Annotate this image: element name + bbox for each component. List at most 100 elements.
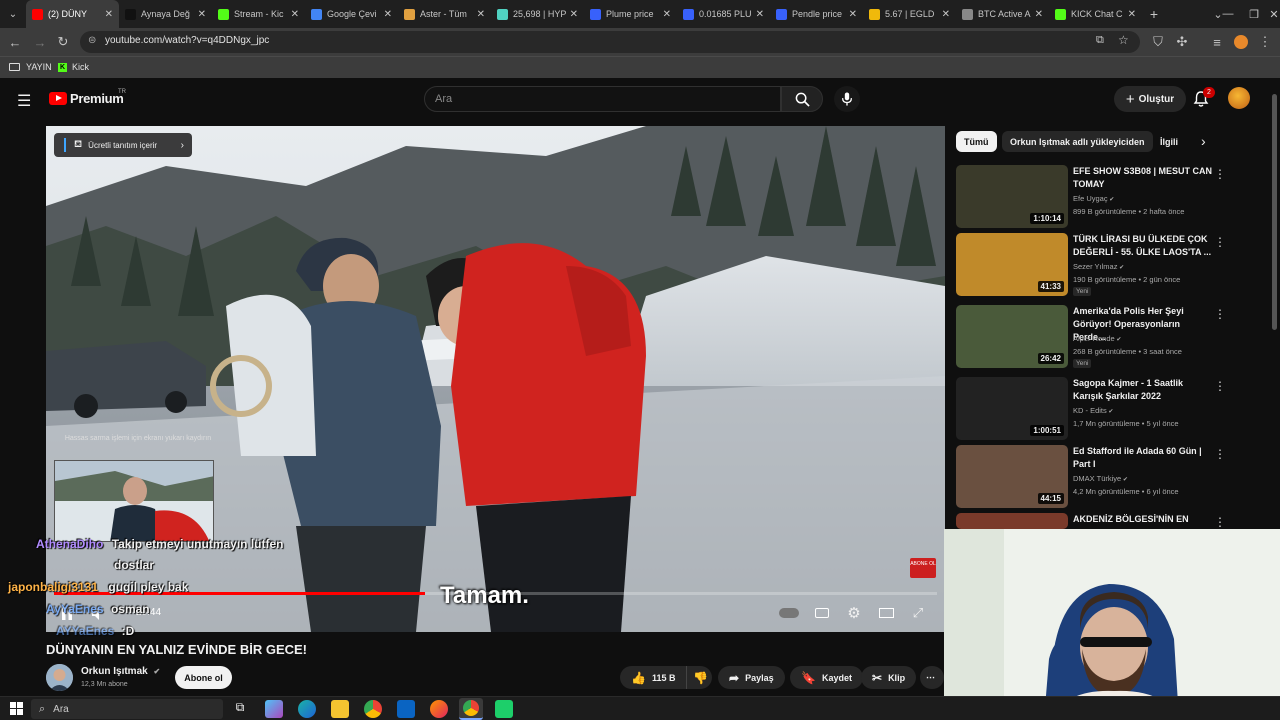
recommended-title[interactable]: TÜRK LİRASI BU ÜLKEDE ÇOK DEĞERLİ - 55. …: [1073, 233, 1213, 259]
task-view-icon[interactable]: ⧉: [231, 700, 249, 718]
tab-close-icon[interactable]: ✕: [1035, 9, 1043, 20]
hamburger-menu-icon[interactable]: ☰: [17, 91, 31, 111]
fullscreen-icon[interactable]: ⤢: [907, 603, 929, 623]
extensions-icon[interactable]: ✣: [1172, 32, 1192, 52]
channel-name[interactable]: Orkun Işıtmak ✔: [81, 666, 160, 677]
media-control-icon[interactable]: ≡: [1207, 32, 1227, 52]
chip-all[interactable]: Tümü: [956, 131, 997, 152]
recommended-channel[interactable]: KD - Edits ✔: [1073, 406, 1113, 415]
browser-tab[interactable]: Stream - Kic ✕: [212, 0, 305, 28]
recommended-title[interactable]: Sagopa Kajmer - 1 Saatlik Karışık Şarkıl…: [1073, 377, 1213, 403]
video-thumbnail[interactable]: [956, 513, 1068, 529]
chips-next-chevron-icon[interactable]: ›: [1201, 133, 1206, 149]
tab-close-icon[interactable]: ✕: [849, 9, 857, 20]
video-player[interactable]: ⛾ Ücretli tanıtım içerir › ABONE OL Tama…: [46, 126, 945, 632]
video-thumbnail[interactable]: 1:10:14: [956, 165, 1068, 228]
profile-avatar[interactable]: [1234, 35, 1248, 49]
browser-tab[interactable]: Aster - Tüm ✕: [398, 0, 491, 28]
tab-close-icon[interactable]: ✕: [291, 9, 299, 20]
recommended-video[interactable]: 26:42 Amerika'da Polis Her Şeyi Görüyor! …: [956, 305, 1268, 369]
shield-extension-icon[interactable]: ⛉: [1148, 32, 1168, 52]
recommended-video[interactable]: 41:33 TÜRK LİRASI BU ÜLKEDE ÇOK DEĞERLİ -…: [956, 233, 1268, 297]
browser-tab[interactable]: KICK Chat C ✕: [1049, 0, 1142, 28]
tab-close-icon[interactable]: ✕: [477, 9, 485, 20]
tab-close-icon[interactable]: ✕: [756, 9, 764, 20]
recommended-channel[interactable]: Alper Rende ✔: [1073, 334, 1121, 343]
back-arrow-icon[interactable]: ←: [5, 32, 25, 52]
browser-tab[interactable]: Pendle price ✕: [770, 0, 863, 28]
chrome-active-icon[interactable]: [459, 698, 483, 720]
reload-icon[interactable]: ↻: [53, 32, 73, 52]
bookmark-yayin[interactable]: YAYIN: [9, 62, 52, 72]
tab-close-icon[interactable]: ✕: [384, 9, 392, 20]
address-bar[interactable]: ⊜ youtube.com/watch?v=q4DDNgx_jpc ⧉ ☆: [80, 31, 1140, 53]
more-actions-button[interactable]: ⋯: [920, 666, 944, 689]
tab-close-icon[interactable]: ✕: [198, 9, 206, 20]
account-avatar[interactable]: [1228, 87, 1250, 109]
recommended-channel[interactable]: Efe Uygaç ✔: [1073, 194, 1114, 203]
browser-tab[interactable]: Google Çevi ✕: [305, 0, 398, 28]
recommended-title[interactable]: EFE SHOW S3B08 | MESUT CAN TOMAY: [1073, 165, 1213, 191]
search-button[interactable]: [781, 86, 823, 112]
video-thumbnail[interactable]: 44:15: [956, 445, 1068, 508]
channel-watermark[interactable]: ABONE OL: [910, 558, 936, 578]
chip-from-uploader[interactable]: Orkun Işıtmak adlı yükleyiciden: [1002, 131, 1153, 152]
edge-icon[interactable]: [298, 700, 316, 718]
subscribe-button[interactable]: Abone ol: [175, 666, 232, 689]
dislike-button[interactable]: 👎: [686, 666, 712, 689]
more-options-icon[interactable]: ⋮: [1214, 235, 1226, 249]
more-options-icon[interactable]: ⋮: [1214, 447, 1226, 461]
paid-promotion-badge[interactable]: ⛾ Ücretli tanıtım içerir ›: [54, 133, 192, 157]
more-options-icon[interactable]: ⋮: [1214, 167, 1226, 181]
browser-tab[interactable]: Plume price ✕: [584, 0, 677, 28]
browser-tab[interactable]: Aynaya Değ ✕: [119, 0, 212, 28]
recommended-video[interactable]: 1:10:14 EFE SHOW S3B08 | MESUT CAN TOMAY E…: [956, 165, 1268, 229]
video-thumbnail[interactable]: 41:33: [956, 233, 1068, 296]
more-options-icon[interactable]: ⋮: [1214, 515, 1226, 529]
more-options-icon[interactable]: ⋮: [1214, 307, 1226, 321]
tab-close-icon[interactable]: ✕: [663, 9, 671, 20]
recommended-video[interactable]: AKDENİZ BÖLGESİ'NİN EN ⋮: [956, 513, 1268, 529]
browser-menu-icon[interactable]: ⋮: [1255, 32, 1275, 52]
new-tab-button[interactable]: +: [1142, 6, 1166, 22]
channel-avatar[interactable]: [46, 664, 73, 691]
install-app-icon[interactable]: ⧉: [1096, 34, 1104, 47]
firefox-icon[interactable]: [430, 700, 448, 718]
outlook-icon[interactable]: [397, 700, 415, 718]
close-window-button[interactable]: ✕: [1256, 0, 1280, 28]
browser-tab[interactable]: (2) DÜNY ✕: [26, 0, 119, 28]
video-thumbnail[interactable]: 1:00:51: [956, 377, 1068, 440]
scrollbar[interactable]: [1272, 94, 1277, 330]
create-button[interactable]: + Oluştur: [1114, 86, 1186, 112]
browser-tab[interactable]: 25,698 | HYP ✕: [491, 0, 584, 28]
chip-related[interactable]: İlgili: [1152, 131, 1186, 152]
browser-tab[interactable]: 0.01685 PLU ✕: [677, 0, 770, 28]
forward-arrow-icon[interactable]: →: [30, 32, 50, 52]
save-button[interactable]: 🔖 Kaydet: [790, 666, 863, 689]
recommended-title[interactable]: AKDENİZ BÖLGESİ'NİN EN: [1073, 513, 1213, 526]
windows-start-icon[interactable]: [10, 702, 23, 720]
autoplay-toggle[interactable]: [778, 603, 800, 623]
streaming-app-icon[interactable]: [495, 700, 513, 718]
settings-gear-icon[interactable]: ⚙: [843, 603, 865, 623]
like-button[interactable]: 👍 115 B: [620, 666, 688, 689]
recommended-channel[interactable]: Sezer Yılmaz ✔: [1073, 262, 1124, 271]
more-options-icon[interactable]: ⋮: [1214, 379, 1226, 393]
tab-close-icon[interactable]: ✕: [105, 9, 113, 20]
tab-close-icon[interactable]: ✕: [942, 9, 950, 20]
recommended-video[interactable]: 44:15 Ed Stafford ile Adada 60 Gün | Part…: [956, 445, 1268, 509]
file-explorer-icon[interactable]: [331, 700, 349, 718]
share-button[interactable]: ➦ Paylaş: [718, 666, 785, 689]
taskbar-search[interactable]: ⌕ Ara: [31, 699, 223, 719]
recommended-title[interactable]: Ed Stafford ile Adada 60 Gün | Part I: [1073, 445, 1213, 471]
tab-close-icon[interactable]: ✕: [1128, 9, 1136, 20]
tab-search-icon[interactable]: ⌄: [0, 0, 26, 28]
bookmark-star-icon[interactable]: ☆: [1118, 33, 1129, 47]
theater-mode-icon[interactable]: [875, 603, 897, 623]
subtitles-icon[interactable]: [811, 603, 833, 623]
recommended-channel[interactable]: DMAX Türkiye ✔: [1073, 474, 1128, 483]
chrome-icon[interactable]: [364, 700, 382, 718]
site-info-icon[interactable]: ⊜: [88, 35, 96, 46]
tab-close-icon[interactable]: ✕: [570, 9, 578, 20]
browser-tab[interactable]: 5.67 | EGLD ✕: [863, 0, 956, 28]
